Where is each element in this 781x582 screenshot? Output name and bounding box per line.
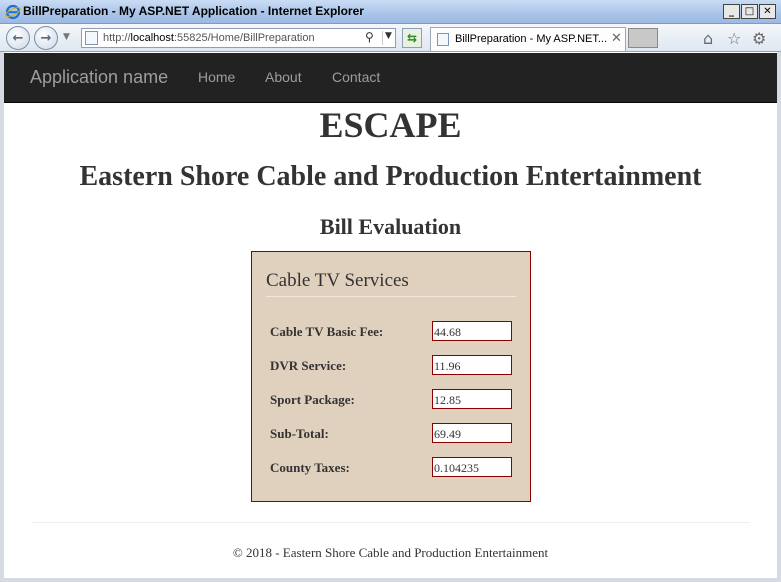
window-titlebar: BillPreparation - My ASP.NET Application… <box>0 0 781 24</box>
county-taxes-input[interactable]: 0.104235 <box>432 457 512 477</box>
tab-title: BillPreparation - My ASP.NET... <box>455 33 608 45</box>
forward-button[interactable]: → <box>34 26 58 50</box>
nav-link-contact[interactable]: Contact <box>332 69 380 85</box>
new-tab-button[interactable] <box>628 28 658 48</box>
sport-package-label: Sport Package: <box>270 392 355 407</box>
cable-tv-services-fieldset: Cable TV Services Cable TV Basic Fee: 44… <box>251 251 531 502</box>
sub-total-label: Sub-Total: <box>270 426 329 441</box>
basic-fee-label: Cable TV Basic Fee: <box>270 324 384 339</box>
tab-page-icon <box>437 33 449 46</box>
sub-total-input[interactable]: 69.49 <box>432 423 512 443</box>
address-bar[interactable]: http://localhost:55825/Home/BillPreparat… <box>81 28 396 48</box>
back-button[interactable]: ← <box>6 26 30 50</box>
tab-close-icon[interactable]: ✕ <box>611 31 622 46</box>
fieldset-legend: Cable TV Services <box>266 270 409 291</box>
back-icon: ← <box>12 30 24 46</box>
window-border-bottom <box>0 578 781 582</box>
minimize-button[interactable]: _ <box>723 4 740 19</box>
home-icon[interactable]: ⌂ <box>703 29 713 48</box>
site-navbar: Application name Home About Contact <box>4 53 777 103</box>
dvr-service-input[interactable]: 11.96 <box>432 355 512 375</box>
company-name-heading: Eastern Shore Cable and Production Enter… <box>79 161 702 192</box>
window-title: BillPreparation - My ASP.NET Application… <box>23 4 364 18</box>
search-icon[interactable]: ⚲ <box>365 30 380 46</box>
nav-link-home[interactable]: Home <box>198 69 235 85</box>
forward-icon: → <box>40 30 52 46</box>
dvr-service-label: DVR Service: <box>270 358 347 373</box>
browser-tab[interactable]: BillPreparation - My ASP.NET... ✕ <box>430 27 626 51</box>
section-heading: Bill Evaluation <box>319 214 462 239</box>
sport-package-input[interactable]: 12.85 <box>432 389 512 409</box>
basic-fee-input[interactable]: 44.68 <box>432 321 512 341</box>
address-url[interactable]: http://localhost:55825/Home/BillPreparat… <box>103 32 315 44</box>
window-border-left <box>0 52 4 582</box>
brand-link[interactable]: Application name <box>30 67 168 88</box>
close-window-button[interactable]: ✕ <box>759 4 776 19</box>
refresh-icon: ⇆ <box>406 31 418 45</box>
browser-toolbar: ← → ▼ http://localhost:55825/Home/BillPr… <box>0 24 781 52</box>
history-dropdown-icon[interactable]: ▼ <box>63 32 70 42</box>
page-title: ESCAPE <box>319 105 462 145</box>
maximize-button[interactable]: □ <box>741 4 758 19</box>
legend-divider <box>266 296 516 297</box>
footer-copyright: © 2018 - Eastern Shore Cable and Product… <box>232 545 549 560</box>
window-border-right <box>777 52 781 582</box>
refresh-button[interactable]: ⇆ <box>402 28 422 48</box>
page-icon <box>85 31 98 45</box>
county-taxes-label: County Taxes: <box>270 460 350 475</box>
nav-link-about[interactable]: About <box>265 69 302 85</box>
settings-gear-icon[interactable]: ⚙ <box>752 29 766 48</box>
page-content: Application name Home About Contact ESCA… <box>4 53 777 578</box>
footer-divider <box>32 522 750 523</box>
ie-logo-icon <box>5 4 21 20</box>
address-dropdown-icon[interactable]: ▼ <box>382 31 394 45</box>
favorites-star-icon[interactable]: ☆ <box>727 29 741 48</box>
